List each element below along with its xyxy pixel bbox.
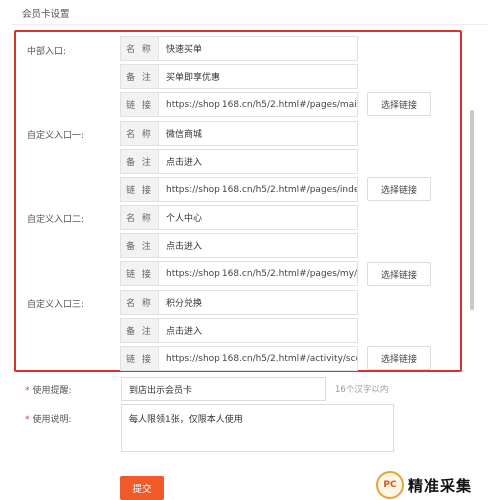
entry-custom2-note-row: 备 注 点击进入 — [120, 233, 358, 258]
entry-custom1-note-row: 备 注 点击进入 — [120, 149, 358, 174]
required-mark: * — [25, 415, 30, 425]
note-key: 备 注 — [120, 149, 158, 174]
link-suffix: 168.cn/h5/2.html#/pages/maid — [221, 99, 358, 110]
choose-link-button[interactable]: 选择链接 — [367, 262, 431, 286]
entry-middle-link-row: 链 接 https://shop 168.cn/h5/2.html#/pages/… — [120, 92, 358, 117]
usage-desc-label-text: 使用说明: — [32, 415, 72, 425]
entry-label-custom-2: 自定义入口二: — [27, 215, 85, 225]
note-key: 备 注 — [120, 64, 158, 89]
entry-custom3-name-row: 名 称 积分兑换 — [120, 290, 358, 315]
link-input[interactable]: https://shop 168.cn/h5/2.html#/pages/maid — [158, 92, 358, 117]
watermark: PC 精准采集 — [376, 470, 500, 500]
note-input[interactable]: 点击进入 — [158, 149, 358, 174]
name-input[interactable]: 快速买单 — [158, 36, 358, 61]
note-input[interactable]: 点击进入 — [158, 318, 358, 343]
watermark-logo: PC — [376, 471, 404, 499]
usage-tip-input[interactable]: 到店出示会员卡 — [121, 377, 326, 401]
choose-link-button[interactable]: 选择链接 — [367, 92, 431, 116]
name-input[interactable]: 微信商城 — [158, 121, 358, 146]
entry-middle-name-row: 名 称 快速买单 — [120, 36, 358, 61]
section-title: 会员卡设置 — [22, 9, 70, 20]
entry-label-custom-1: 自定义入口一: — [27, 131, 85, 141]
link-key: 链 接 — [120, 92, 158, 117]
usage-desc-textarea[interactable]: 每人限领1张，仅限本人使用 — [121, 404, 394, 452]
entry-custom1-name-row: 名 称 微信商城 — [120, 121, 358, 146]
usage-tip-hint: 16个汉字以内 — [335, 385, 389, 395]
entry-label-middle: 中部入口: — [27, 47, 67, 57]
note-input[interactable]: 点击进入 — [158, 233, 358, 258]
entry-custom2-name-row: 名 称 个人中心 — [120, 205, 358, 230]
name-key: 名 称 — [120, 121, 158, 146]
link-input[interactable]: https://shop 168.cn/h5/2.html#/pages/inde… — [158, 177, 358, 202]
link-key: 链 接 — [120, 261, 158, 286]
entry-custom3-note-row: 备 注 点击进入 — [120, 318, 358, 343]
membership-card-settings-page: 会员卡设置 中部入口: 名 称 快速买单 备 注 买单即享优惠 链 接 http… — [0, 0, 500, 500]
usage-desc-label: * 使用说明: — [25, 412, 72, 425]
name-input[interactable]: 积分兑换 — [158, 290, 358, 315]
entry-label-custom-3: 自定义入口三: — [27, 300, 85, 310]
submit-button[interactable]: 提交 — [120, 476, 164, 500]
link-prefix: https://shop — [166, 268, 220, 279]
link-key: 链 接 — [120, 177, 158, 202]
link-suffix: 168.cn/h5/2.html#/pages/index — [221, 184, 358, 195]
note-key: 备 注 — [120, 233, 158, 258]
link-input[interactable]: https://shop 168.cn/h5/2.html#/activity/s… — [158, 346, 358, 371]
usage-tip-label: * 使用提醒: — [25, 383, 72, 396]
name-key: 名 称 — [120, 290, 158, 315]
name-key: 名 称 — [120, 36, 158, 61]
link-prefix: https://shop — [166, 353, 220, 364]
entry-custom3-link-row: 链 接 https://shop 168.cn/h5/2.html#/activi… — [120, 346, 358, 371]
entry-custom2-link-row: 链 接 https://shop 168.cn/h5/2.html#/pages/… — [120, 261, 358, 286]
link-key: 链 接 — [120, 346, 158, 371]
link-prefix: https://shop — [166, 184, 220, 195]
note-key: 备 注 — [120, 318, 158, 343]
link-suffix: 168.cn/h5/2.html#/activity/scor — [221, 353, 358, 364]
note-input[interactable]: 买单即享优惠 — [158, 64, 358, 89]
choose-link-button[interactable]: 选择链接 — [367, 346, 431, 370]
watermark-text: 精准采集 — [408, 476, 473, 495]
required-mark: * — [25, 386, 30, 396]
link-prefix: https://shop — [166, 99, 220, 110]
link-suffix: 168.cn/h5/2.html#/pages/my/u — [221, 268, 358, 279]
scrollbar[interactable] — [470, 110, 474, 310]
choose-link-button[interactable]: 选择链接 — [367, 177, 431, 201]
divider — [12, 24, 488, 25]
usage-tip-label-text: 使用提醒: — [32, 386, 72, 396]
entry-custom1-link-row: 链 接 https://shop 168.cn/h5/2.html#/pages/… — [120, 177, 358, 202]
name-key: 名 称 — [120, 205, 158, 230]
name-input[interactable]: 个人中心 — [158, 205, 358, 230]
link-input[interactable]: https://shop 168.cn/h5/2.html#/pages/my/u — [158, 261, 358, 286]
entry-middle-note-row: 备 注 买单即享优惠 — [120, 64, 358, 89]
